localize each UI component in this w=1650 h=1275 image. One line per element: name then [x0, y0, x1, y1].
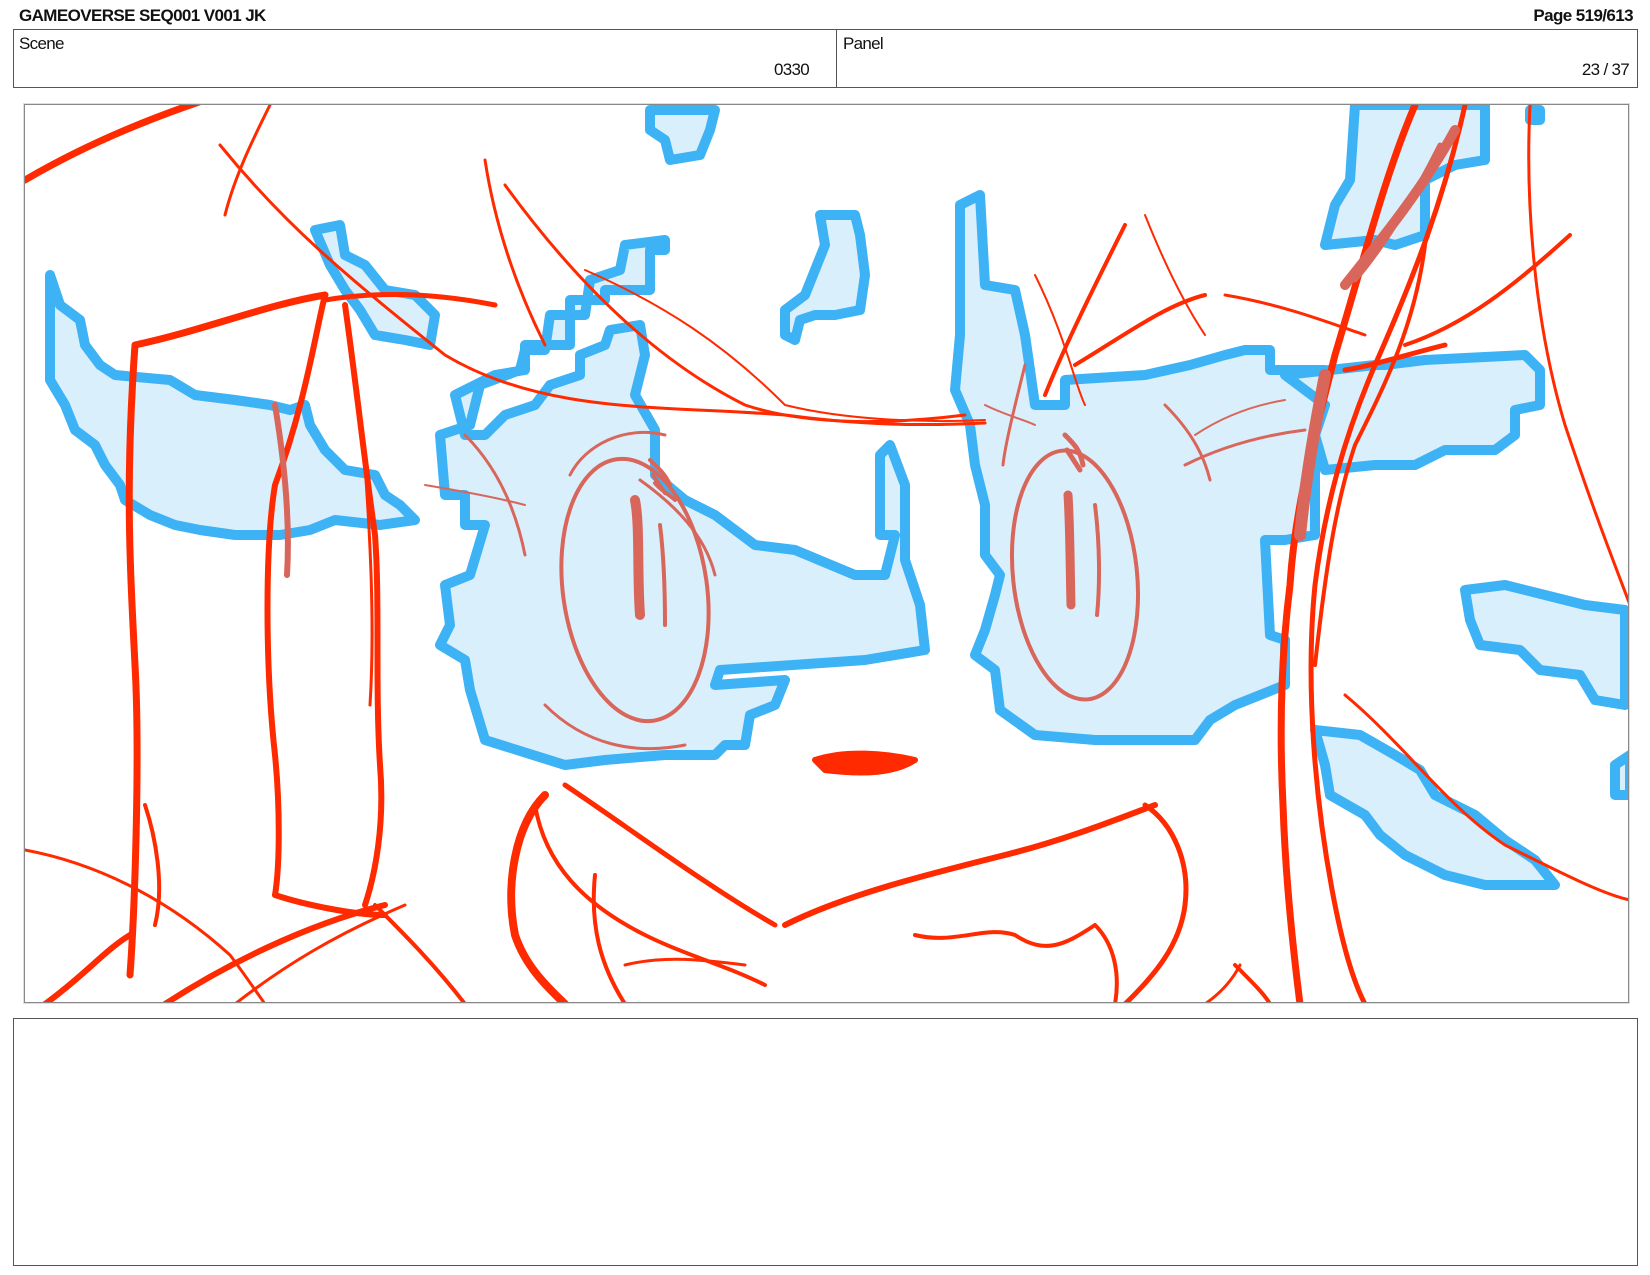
forehead-highlight-3	[645, 105, 720, 165]
storyboard-panel-frame	[24, 104, 1629, 1003]
storyboard-title: GAMEOVERSE SEQ001 V001 JK	[19, 6, 266, 25]
nose-mark	[812, 750, 918, 776]
sketch-artwork	[25, 105, 1628, 1002]
scene-panel-info: Scene 0330 Panel 23 / 37	[13, 29, 1638, 88]
right-eye-highlight	[950, 190, 1330, 745]
panel-label: Panel	[843, 34, 884, 53]
right-cheek-highlight-1	[1460, 580, 1628, 710]
panel-number: 23 / 37	[1581, 60, 1630, 79]
scene-number: 0330	[774, 60, 810, 79]
forehead-highlight-2	[780, 210, 870, 345]
right-edge-highlight	[1610, 750, 1628, 800]
forehead-highlight-5	[1525, 105, 1545, 125]
panel-notes-box	[13, 1018, 1638, 1266]
scene-label: Scene	[19, 34, 64, 53]
page-counter: Page 519/613	[1533, 6, 1633, 25]
right-cheek-highlight-2	[1310, 725, 1560, 890]
forehead-highlight-1	[310, 220, 440, 350]
info-divider	[836, 30, 837, 87]
